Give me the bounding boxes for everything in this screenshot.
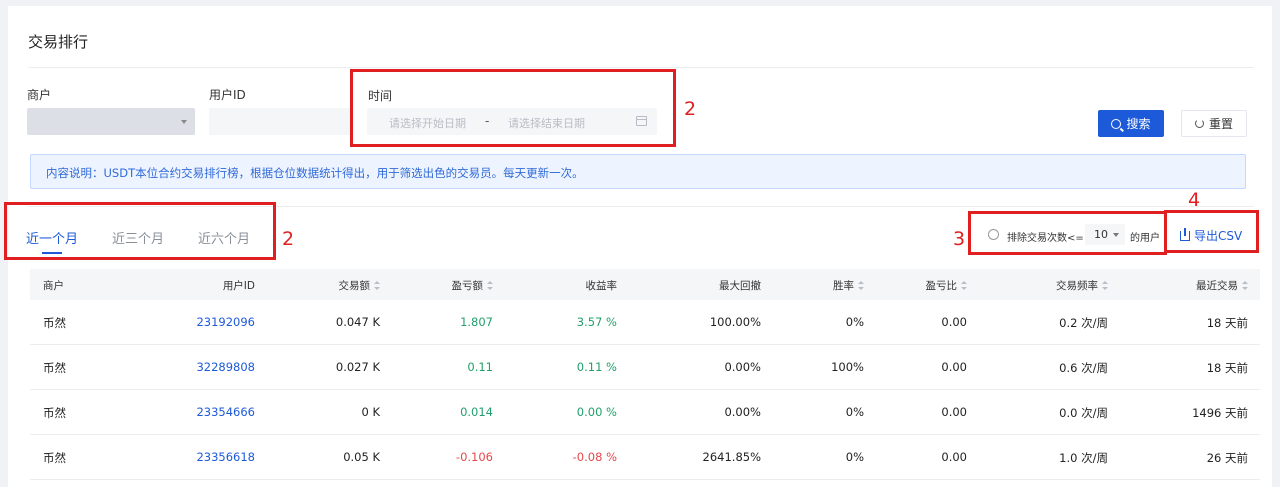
annotation-number: 3 (953, 228, 966, 250)
cell-recent-trade: 26 天前 (1206, 451, 1248, 465)
col-pnl-ratio[interactable]: 盈亏比 (926, 278, 967, 293)
page-title: 交易排行 (28, 33, 89, 51)
info-alert: 内容说明：USDT本位合约交易排行榜，根据仓位数据统计得出，用于筛选出色的交易员… (30, 154, 1246, 189)
cell-volume: 0.047 K (335, 315, 380, 329)
cell-pnl-ratio: 0.00 (941, 360, 967, 374)
table-row: 币然 32289808 0.027 K 0.11 0.11 % 0.00% 10… (30, 345, 1260, 390)
cell-userid-link[interactable]: 23192096 (196, 315, 255, 329)
table-row: 币然 23354666 0 K 0.014 0.00 % 0.00% 0% 0.… (30, 390, 1260, 435)
table-row: 币然 23192096 0.047 K 1.807 3.57 % 100.00%… (30, 300, 1260, 345)
cell-merchant: 币然 (43, 406, 66, 420)
cell-volume: 0.027 K (335, 360, 380, 374)
col-volume[interactable]: 交易额 (339, 278, 380, 293)
userid-label: 用户ID (209, 88, 246, 102)
refresh-icon (1194, 119, 1204, 128)
cell-merchant: 币然 (43, 316, 66, 330)
chevron-down-icon (181, 120, 187, 124)
sort-icon[interactable] (487, 281, 493, 290)
title-divider (28, 67, 1254, 68)
col-frequency[interactable]: 交易频率 (1056, 278, 1108, 293)
annotation-box-exclude (968, 211, 1167, 255)
cell-pnl: 1.807 (460, 315, 493, 329)
info-text: 内容说明：USDT本位合约交易排行榜，根据仓位数据统计得出，用于筛选出色的交易员… (46, 166, 584, 180)
cell-userid-link[interactable]: 23356618 (196, 450, 255, 464)
cell-recent-trade: 1496 天前 (1192, 406, 1248, 420)
cell-pnl-ratio: 0.00 (941, 450, 967, 464)
col-recent-trade[interactable]: 最近交易 (1196, 278, 1248, 293)
search-button-label: 搜索 (1126, 117, 1151, 131)
merchant-label: 商户 (27, 88, 52, 102)
reset-button[interactable]: 重置 (1181, 110, 1247, 137)
sort-icon[interactable] (374, 281, 380, 290)
col-pnl[interactable]: 盈亏额 (452, 278, 493, 293)
cell-roi: 0.00 % (576, 405, 617, 419)
col-userid: 用户ID (222, 280, 255, 292)
col-roi: 收益率 (585, 280, 618, 292)
cell-frequency: 0.2 次/周 (1059, 316, 1108, 330)
cell-max-drawdown: 0.00% (724, 360, 761, 374)
cell-roi: 0.11 % (576, 360, 617, 374)
cell-frequency: 0.0 次/周 (1059, 406, 1108, 420)
cell-max-drawdown: 0.00% (724, 405, 761, 419)
reset-button-label: 重置 (1208, 117, 1233, 131)
sort-icon[interactable] (961, 281, 967, 290)
cell-pnl-ratio: 0.00 (941, 405, 967, 419)
cell-win-rate: 0% (845, 405, 864, 419)
cell-volume: 0.05 K (343, 450, 380, 464)
annotation-number: 4 (1188, 189, 1201, 211)
cell-recent-trade: 18 天前 (1206, 361, 1248, 375)
cell-volume: 0 K (361, 405, 380, 419)
search-button[interactable]: 搜索 (1098, 110, 1164, 137)
cell-userid-link[interactable]: 32289808 (196, 360, 255, 374)
col-max-drawdown: 最大回撤 (719, 280, 761, 292)
cell-win-rate: 100% (831, 360, 864, 374)
table-row: 币然 23356618 0.05 K -0.106 -0.08 % 2641.8… (30, 435, 1260, 480)
cell-max-drawdown: 2641.85% (702, 450, 761, 464)
col-merchant: 商户 (43, 280, 64, 292)
annotation-box-time (350, 69, 676, 147)
cell-pnl: 0.014 (460, 405, 493, 419)
cell-pnl-ratio: 0.00 (941, 315, 967, 329)
sort-icon[interactable] (1102, 281, 1108, 290)
sort-icon[interactable] (1242, 281, 1248, 290)
annotation-number: 2 (282, 228, 295, 250)
cell-win-rate: 0% (845, 450, 864, 464)
cell-roi: 3.57 % (576, 315, 617, 329)
cell-roi: -0.08 % (572, 450, 617, 464)
cell-userid-link[interactable]: 23354666 (196, 405, 255, 419)
cell-frequency: 0.6 次/周 (1059, 361, 1108, 375)
cell-merchant: 币然 (43, 451, 66, 465)
cell-merchant: 币然 (43, 361, 66, 375)
cell-pnl: 0.11 (467, 360, 493, 374)
annotation-number: 2 (684, 98, 697, 120)
table-header: 商户 用户ID 交易额 盈亏额 收益率 最大回撤 胜率 盈亏比 交易频率 最近交… (30, 269, 1260, 300)
cell-frequency: 1.0 次/周 (1059, 451, 1108, 465)
annotation-box-tabs (4, 202, 276, 260)
annotation-box-export (1164, 210, 1259, 253)
userid-input[interactable] (209, 108, 351, 135)
sort-icon[interactable] (858, 281, 864, 290)
search-icon (1111, 118, 1122, 129)
cell-win-rate: 0% (845, 315, 864, 329)
cell-max-drawdown: 100.00% (709, 315, 761, 329)
cell-pnl: -0.106 (455, 450, 493, 464)
cell-recent-trade: 18 天前 (1206, 316, 1248, 330)
col-win-rate[interactable]: 胜率 (833, 278, 864, 293)
merchant-select[interactable] (27, 108, 195, 135)
